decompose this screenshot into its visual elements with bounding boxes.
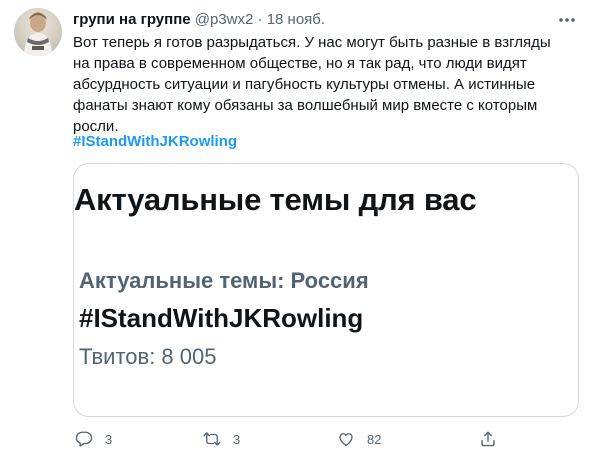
reply-icon [75, 431, 93, 447]
share-button[interactable] [479, 428, 509, 450]
like-count: 82 [367, 431, 382, 447]
avatar-image [24, 12, 52, 56]
reply-button[interactable]: 3 [75, 428, 112, 450]
tweet-date[interactable]: 18 нояб. [267, 11, 325, 28]
retweet-icon [203, 432, 221, 446]
avatar[interactable] [14, 8, 62, 56]
header-separator: · [257, 11, 263, 28]
tweet-header: групи на группе @p3wx2 · 18 нояб. [73, 11, 555, 31]
tweet-text: Вот теперь я готов разрыдаться. У нас мо… [73, 34, 551, 135]
more-icon[interactable] [557, 12, 577, 28]
media-card[interactable]: Актуальные темы для вас Актуальные темы:… [73, 163, 579, 417]
tweet-actions: 3 3 82 [73, 428, 543, 450]
trend-hashtag: #IStandWithJKRowling [79, 303, 364, 333]
retweet-button[interactable]: 3 [203, 428, 240, 450]
share-icon [481, 431, 495, 447]
author-handle[interactable]: @p3wx2 [195, 11, 254, 28]
like-icon [339, 433, 353, 447]
retweet-count: 3 [233, 431, 241, 447]
trend-context: Актуальные темы: Россия [79, 268, 369, 293]
tweet-count: Твитов: 8 005 [79, 344, 217, 369]
card-title: Актуальные темы для вас [74, 182, 477, 217]
like-button[interactable]: 82 [337, 428, 381, 450]
reply-count: 3 [105, 431, 113, 447]
author-name[interactable]: групи на группе [73, 11, 191, 28]
hashtag-link[interactable]: #IStandWithJKRowling [73, 131, 237, 152]
